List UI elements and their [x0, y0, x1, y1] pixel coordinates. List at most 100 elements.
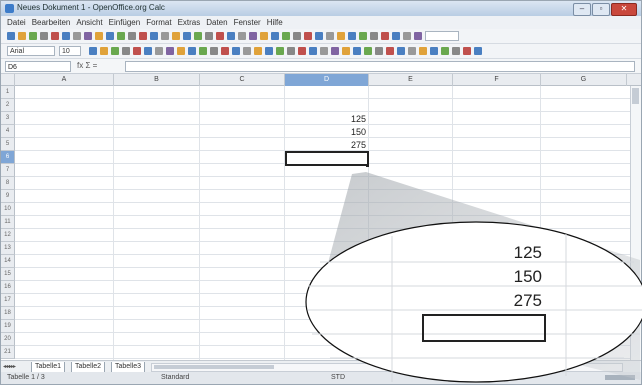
toolbar-tool-icon[interactable]: [227, 32, 235, 40]
toolbar-tool-icon[interactable]: [51, 32, 59, 40]
row-header-2[interactable]: 2: [1, 99, 15, 112]
close-button[interactable]: ✕: [611, 3, 637, 16]
column-header-b[interactable]: B: [114, 74, 200, 86]
toolbar-tool-icon[interactable]: [304, 32, 312, 40]
column-header-d[interactable]: D: [285, 74, 369, 86]
zoom-slider[interactable]: [605, 375, 635, 380]
toolbar-tool-icon[interactable]: [414, 32, 422, 40]
toolbar-tool-icon[interactable]: [84, 32, 92, 40]
toolbar-tool-icon[interactable]: [100, 47, 108, 55]
row-header-12[interactable]: 12: [1, 229, 15, 242]
selected-cell[interactable]: [285, 151, 369, 166]
row-header-20[interactable]: 20: [1, 333, 15, 346]
function-wizard-icon[interactable]: fx Σ =: [77, 61, 121, 72]
toolbar-tool-icon[interactable]: [337, 32, 345, 40]
toolbar-tool-icon[interactable]: [364, 47, 372, 55]
row-header-1[interactable]: 1: [1, 86, 15, 99]
toolbar-tool-icon[interactable]: [375, 47, 383, 55]
horizontal-scrollbar[interactable]: [151, 363, 623, 372]
toolbar-tool-icon[interactable]: [150, 32, 158, 40]
formula-input[interactable]: [125, 61, 635, 72]
toolbar-tool-icon[interactable]: [452, 47, 460, 55]
row-header-17[interactable]: 17: [1, 294, 15, 307]
toolbar-tool-icon[interactable]: [232, 47, 240, 55]
sheet-nav-arrows-icon[interactable]: ◂◂◂▸▸▸: [3, 363, 16, 370]
row-header-13[interactable]: 13: [1, 242, 15, 255]
toolbar-tool-icon[interactable]: [111, 47, 119, 55]
toolbar-tool-icon[interactable]: [298, 47, 306, 55]
menu-edit[interactable]: Bearbeiten: [32, 16, 71, 29]
row-header-10[interactable]: 10: [1, 203, 15, 216]
toolbar-tool-icon[interactable]: [430, 47, 438, 55]
toolbar-tool-icon[interactable]: [166, 47, 174, 55]
column-header-g[interactable]: G: [541, 74, 627, 86]
row-header-9[interactable]: 9: [1, 190, 15, 203]
toolbar-tool-icon[interactable]: [282, 32, 290, 40]
toolbar-tool-icon[interactable]: [243, 47, 251, 55]
toolbar-tool-icon[interactable]: [106, 32, 114, 40]
zoom-select[interactable]: [425, 31, 459, 41]
toolbar-tool-icon[interactable]: [392, 32, 400, 40]
toolbar-tool-icon[interactable]: [271, 32, 279, 40]
toolbar-tool-icon[interactable]: [7, 32, 15, 40]
menu-view[interactable]: Ansicht: [76, 16, 102, 29]
menu-help[interactable]: Hilfe: [267, 16, 283, 29]
name-box[interactable]: D6: [5, 61, 71, 72]
row-header-8[interactable]: 8: [1, 177, 15, 190]
column-header-c[interactable]: C: [200, 74, 285, 86]
toolbar-tool-icon[interactable]: [276, 47, 284, 55]
toolbar-tool-icon[interactable]: [463, 47, 471, 55]
column-header-a[interactable]: A: [15, 74, 114, 86]
toolbar-tool-icon[interactable]: [95, 32, 103, 40]
toolbar-tool-icon[interactable]: [265, 47, 273, 55]
row-header-14[interactable]: 14: [1, 255, 15, 268]
toolbar-tool-icon[interactable]: [309, 47, 317, 55]
toolbar-tool-icon[interactable]: [128, 32, 136, 40]
toolbar-tool-icon[interactable]: [359, 32, 367, 40]
font-size-select[interactable]: 10: [59, 46, 81, 56]
row-header-15[interactable]: 15: [1, 268, 15, 281]
toolbar-tool-icon[interactable]: [249, 32, 257, 40]
toolbar-tool-icon[interactable]: [177, 47, 185, 55]
toolbar-tool-icon[interactable]: [73, 32, 81, 40]
toolbar-tool-icon[interactable]: [29, 32, 37, 40]
toolbar-tool-icon[interactable]: [194, 32, 202, 40]
minimize-button[interactable]: –: [573, 3, 591, 16]
row-header-5[interactable]: 5: [1, 138, 15, 151]
toolbar-tool-icon[interactable]: [254, 47, 262, 55]
vertical-scrollbar[interactable]: [630, 86, 641, 360]
toolbar-tool-icon[interactable]: [40, 32, 48, 40]
toolbar-tool-icon[interactable]: [260, 32, 268, 40]
maximize-button[interactable]: ▫: [592, 3, 610, 16]
toolbar-tool-icon[interactable]: [408, 47, 416, 55]
toolbar-tool-icon[interactable]: [287, 47, 295, 55]
toolbar-tool-icon[interactable]: [320, 47, 328, 55]
toolbar-tool-icon[interactable]: [403, 32, 411, 40]
toolbar-tool-icon[interactable]: [216, 32, 224, 40]
font-name-select[interactable]: Arial: [7, 46, 55, 56]
row-header-3[interactable]: 3: [1, 112, 15, 125]
toolbar-tool-icon[interactable]: [474, 47, 482, 55]
toolbar-tool-icon[interactable]: [353, 47, 361, 55]
toolbar-tool-icon[interactable]: [342, 47, 350, 55]
fill-handle[interactable]: [366, 164, 369, 167]
toolbar-tool-icon[interactable]: [139, 32, 147, 40]
row-header-16[interactable]: 16: [1, 281, 15, 294]
toolbar-tool-icon[interactable]: [122, 47, 130, 55]
toolbar-tool-icon[interactable]: [370, 32, 378, 40]
toolbar-tool-icon[interactable]: [238, 32, 246, 40]
row-header-4[interactable]: 4: [1, 125, 15, 138]
vertical-scroll-thumb[interactable]: [632, 88, 639, 104]
toolbar-tool-icon[interactable]: [397, 47, 405, 55]
toolbar-tool-icon[interactable]: [331, 47, 339, 55]
toolbar-tool-icon[interactable]: [161, 32, 169, 40]
row-header-7[interactable]: 7: [1, 164, 15, 177]
toolbar-tool-icon[interactable]: [188, 47, 196, 55]
toolbar-tool-icon[interactable]: [133, 47, 141, 55]
row-header-11[interactable]: 11: [1, 216, 15, 229]
toolbar-tool-icon[interactable]: [62, 32, 70, 40]
cell-d4[interactable]: 150: [285, 126, 366, 139]
select-all-corner[interactable]: [1, 74, 15, 86]
menu-tools[interactable]: Extras: [178, 16, 201, 29]
toolbar-tool-icon[interactable]: [89, 47, 97, 55]
